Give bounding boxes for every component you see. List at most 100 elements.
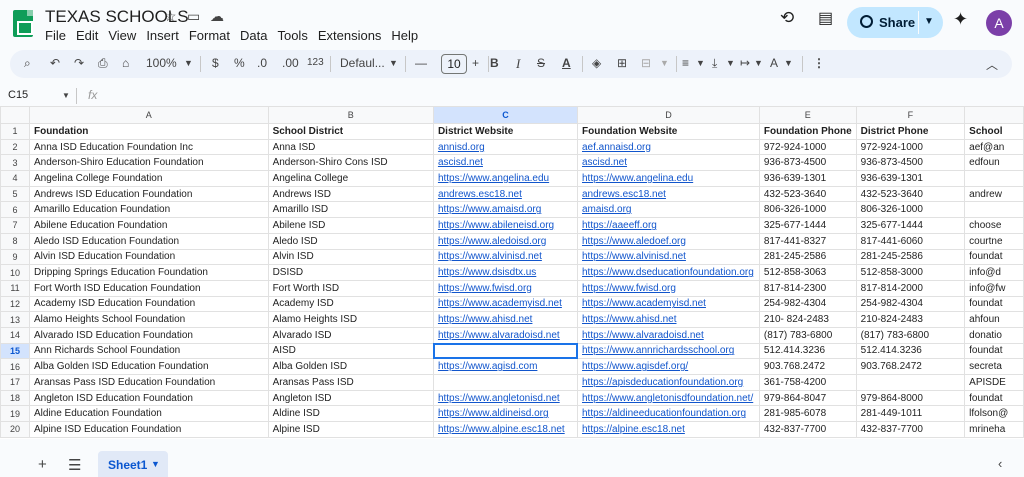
cell[interactable]: 806-326-1000 (758, 201, 857, 219)
all-sheets-icon[interactable]: ☰ (68, 456, 81, 474)
cell[interactable]: aef@an (964, 138, 1024, 156)
cell[interactable]: Dripping Springs Education Foundation (28, 264, 269, 281)
column-header-d[interactable]: D (577, 106, 760, 124)
cell-link[interactable]: andrews.esc18.net (438, 189, 522, 200)
cell-link[interactable]: https://www.abileneisd.org (438, 220, 554, 231)
cell[interactable]: 979-864-8047 (758, 389, 857, 407)
cell-link[interactable]: https://www.annrichardsschool.org (582, 345, 734, 356)
cell[interactable]: DSISD (267, 264, 434, 281)
cell[interactable]: District Phone (855, 123, 966, 140)
cell[interactable]: Anna ISD (267, 138, 434, 156)
cell[interactable]: https://www.alpine.esc18.net (432, 421, 579, 438)
cell[interactable]: 936-639-1301 (758, 170, 857, 187)
zoom-select[interactable]: 100% (146, 56, 177, 70)
chevron-down-icon[interactable]: ▼ (784, 58, 793, 68)
menu-file[interactable]: File (45, 28, 72, 43)
name-box[interactable]: C15 (8, 89, 28, 101)
cell-link[interactable]: https://aaeeff.org (582, 220, 657, 231)
row-header[interactable]: 1 (0, 123, 30, 140)
cell-link[interactable]: aef.annaisd.org (582, 142, 651, 153)
cell[interactable]: District Website (432, 123, 579, 140)
cell[interactable]: ascisd.net (577, 154, 760, 172)
row-header[interactable]: 19 (0, 405, 30, 423)
cell[interactable]: info@fw (964, 279, 1024, 297)
vertical-align-icon[interactable]: ⤓ (712, 56, 717, 71)
row-header[interactable]: 7 (0, 217, 30, 234)
cell[interactable]: 361-758-4200 (758, 374, 857, 391)
cell[interactable]: foundat (964, 389, 1024, 407)
cell-link[interactable]: https://www.alvaradoisd.net (582, 330, 704, 341)
cell[interactable]: 903.768.2472 (758, 358, 857, 375)
cell[interactable]: https://www.academyisd.net (577, 295, 760, 313)
cell[interactable]: https://www.aledoisd.org (432, 232, 579, 250)
menu-help[interactable]: Help (391, 28, 424, 43)
row-header[interactable]: 16 (0, 358, 30, 375)
cell[interactable]: Amarillo ISD (267, 201, 434, 219)
cell[interactable]: Academy ISD (267, 295, 434, 313)
row-header[interactable]: 11 (0, 279, 30, 297)
merge-cells-icon[interactable]: ⊟ (641, 56, 651, 70)
row-header[interactable]: 17 (0, 374, 30, 391)
cell[interactable]: Alpine ISD (267, 421, 434, 438)
cell-link[interactable]: https://www.academyisd.net (438, 298, 562, 309)
cell[interactable]: https://www.angletonisdfoundation.net/ (577, 389, 760, 407)
cell[interactable]: 512.414.3236 (758, 342, 857, 360)
increase-decimal-button[interactable]: .00 (282, 56, 299, 70)
cell[interactable] (432, 374, 579, 391)
row-header[interactable]: 3 (0, 154, 30, 172)
cell[interactable]: (817) 783-6800 (758, 326, 857, 344)
more-formats-button[interactable]: 123 (307, 57, 324, 68)
cell[interactable]: amaisd.org (577, 201, 760, 219)
cell[interactable]: Alvarado ISD Education Foundation (28, 326, 269, 344)
cell[interactable]: Fort Worth ISD Education Foundation (28, 279, 269, 297)
cell-link[interactable]: https://apisdeducationfoundation.org (582, 377, 743, 388)
cell-link[interactable]: andrews.esc18.net (582, 189, 666, 200)
cell[interactable]: Alvarado ISD (267, 326, 434, 344)
cell-link[interactable]: https://www.agisdef.org/ (582, 361, 688, 372)
bold-button[interactable]: B (490, 56, 499, 70)
cell[interactable]: 817-814-2000 (855, 279, 966, 297)
cell[interactable]: annisd.org (432, 138, 579, 156)
cell[interactable]: 325-677-1444 (855, 217, 966, 234)
cell-link[interactable]: https://www.alpine.esc18.net (438, 424, 565, 435)
menu-tools[interactable]: Tools (277, 28, 313, 43)
select-all-corner[interactable] (0, 106, 30, 124)
font-select[interactable]: Defaul... (340, 56, 385, 70)
row-header[interactable]: 10 (0, 264, 30, 281)
cell[interactable]: lfolson@ (964, 405, 1024, 423)
cell[interactable]: 903.768.2472 (855, 358, 966, 375)
font-size-input[interactable]: 10 (441, 54, 467, 74)
decrease-font-size-button[interactable]: — (415, 56, 427, 70)
search-menus-icon[interactable]: ⌕ (24, 56, 31, 71)
column-header-f[interactable]: F (855, 106, 966, 124)
column-header-b[interactable]: B (267, 106, 434, 124)
add-sheet-icon[interactable]: + (38, 456, 47, 473)
fill-color-icon[interactable]: ◈ (592, 56, 601, 70)
menu-insert[interactable]: Insert (146, 28, 185, 43)
cell[interactable]: Abilene Education Foundation (28, 217, 269, 234)
cell[interactable]: School (964, 123, 1024, 140)
cell[interactable]: Foundation (28, 123, 269, 140)
cell[interactable]: ascisd.net (432, 154, 579, 172)
print-icon[interactable]: ⎙ (98, 56, 108, 71)
cell-link[interactable]: https://www.fwisd.org (582, 283, 676, 294)
cell[interactable]: 817-441-8327 (758, 232, 857, 250)
row-header[interactable]: 9 (0, 248, 30, 266)
cell-link[interactable]: ascisd.net (438, 157, 483, 168)
cell-link[interactable]: https://www.angletonisd.net (438, 393, 560, 404)
cell[interactable]: https://www.aledoef.org (577, 232, 760, 250)
cell[interactable]: 210- 824-2483 (758, 311, 857, 328)
cell-link[interactable]: annisd.org (438, 142, 485, 153)
move-folder-icon[interactable]: ▭ (187, 8, 200, 25)
cell[interactable]: https://www.academyisd.net (432, 295, 579, 313)
cell[interactable]: 936-873-4500 (758, 154, 857, 172)
sheets-logo-icon[interactable] (13, 10, 33, 37)
cell[interactable]: 210-824-2483 (855, 311, 966, 328)
cell-link[interactable]: https://www.angletonisdfoundation.net/ (582, 393, 753, 404)
cell[interactable]: https://www.angletonisd.net (432, 389, 579, 407)
cell[interactable]: https://www.ahisd.net (432, 311, 579, 328)
share-button[interactable]: Share ▼ (847, 7, 943, 38)
cell[interactable]: https://aldineeducationfoundation.org (577, 405, 760, 423)
share-dropdown-icon[interactable]: ▼ (924, 16, 934, 27)
cell[interactable]: 432-523-3640 (758, 185, 857, 203)
